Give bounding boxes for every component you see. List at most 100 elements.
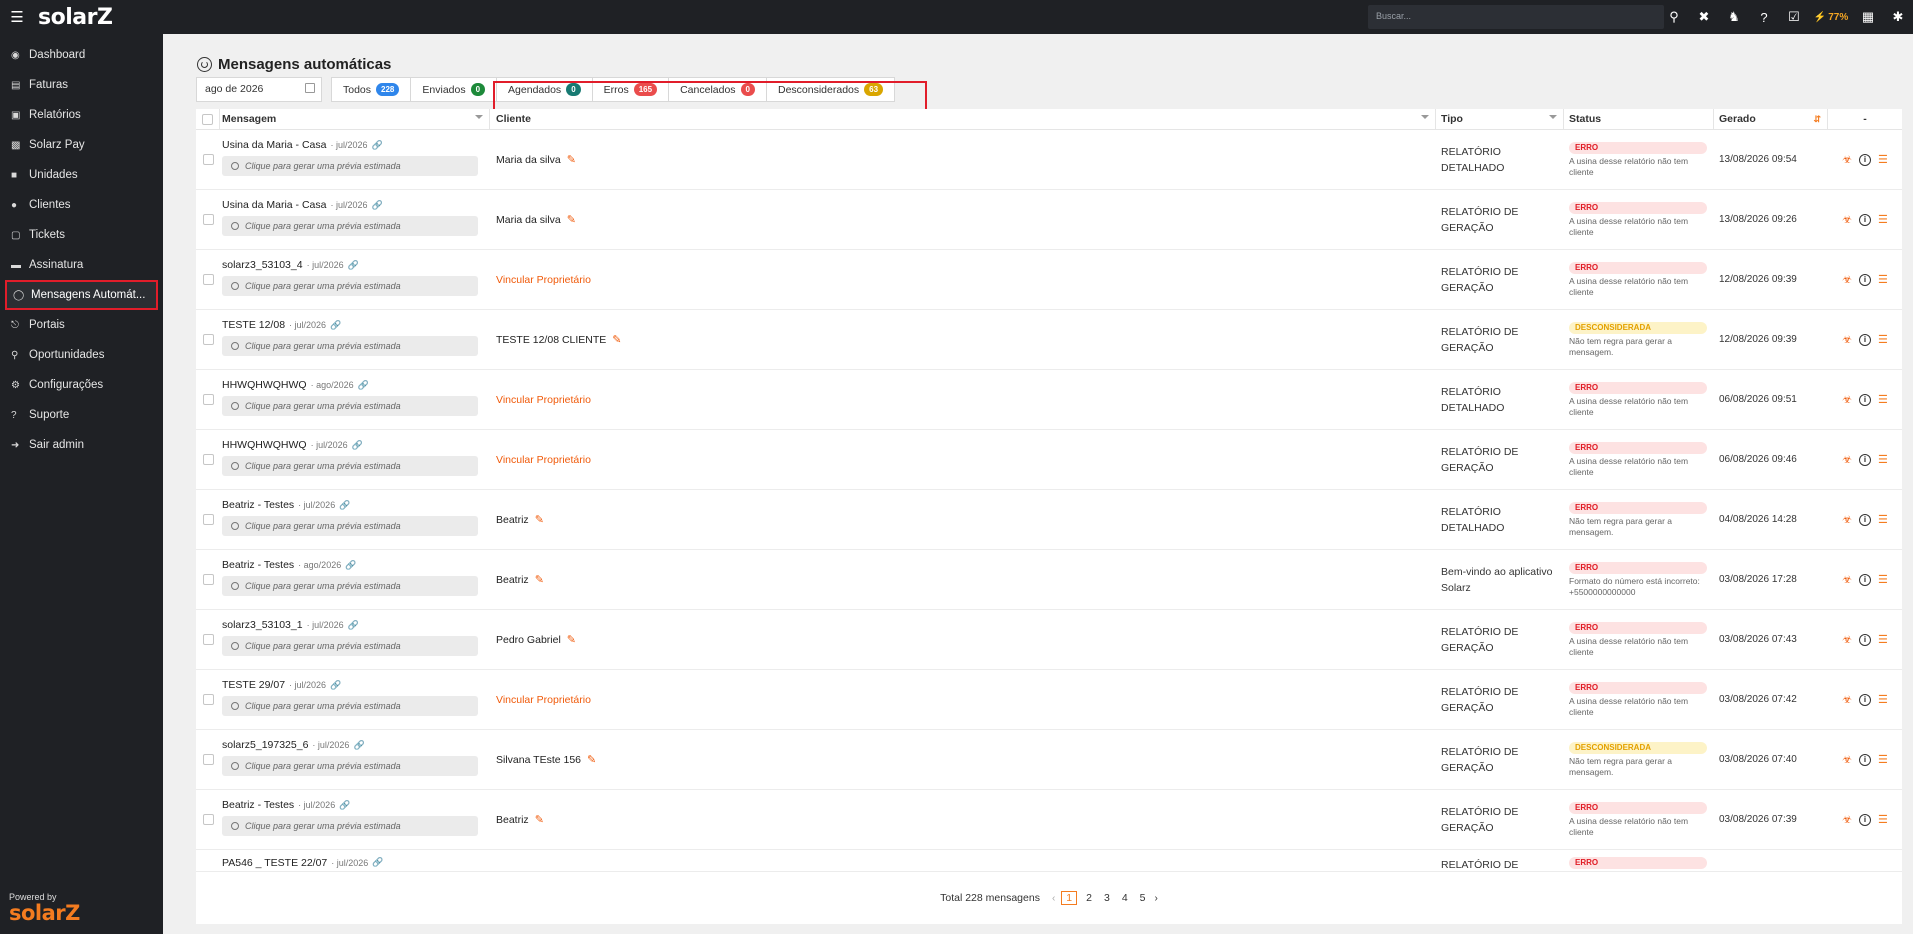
link-icon[interactable]: 🔗 xyxy=(352,440,363,451)
preview-button[interactable]: Clique para gerar uma prévia estimada xyxy=(222,276,478,296)
message-title[interactable]: Usina da Maria - Casa xyxy=(222,139,326,151)
ai-generate-icon[interactable]: ☣ xyxy=(1842,573,1852,586)
edit-icon[interactable]: ✎ xyxy=(535,513,544,526)
ai-generate-icon[interactable]: ☣ xyxy=(1842,513,1852,526)
link-owner-link[interactable]: Vincular Proprietário xyxy=(496,694,1436,706)
ai-generate-icon[interactable]: ☣ xyxy=(1842,813,1852,826)
link-icon[interactable]: 🔗 xyxy=(348,260,359,271)
edit-icon[interactable]: ✎ xyxy=(535,573,544,586)
sidebar-item-faturas[interactable]: ▤ Faturas xyxy=(0,70,163,100)
info-icon[interactable]: i xyxy=(1859,753,1871,766)
info-icon[interactable]: i xyxy=(1859,453,1871,466)
table-row[interactable]: Usina da Maria - Casa · jul/2026 🔗 Clique p… xyxy=(196,130,1902,190)
link-owner-link[interactable]: Vincular Proprietário xyxy=(496,454,1436,466)
row-checkbox[interactable] xyxy=(202,754,214,765)
next-page-icon[interactable]: › xyxy=(1155,893,1158,904)
row-checkbox[interactable] xyxy=(202,334,214,345)
list-icon[interactable]: ☰ xyxy=(1878,753,1888,766)
filter-icon[interactable] xyxy=(1549,114,1557,122)
ai-generate-icon[interactable]: ☣ xyxy=(1842,753,1852,766)
info-icon[interactable]: i xyxy=(1859,213,1871,226)
header-cliente[interactable]: Cliente xyxy=(490,109,1436,130)
preview-button[interactable]: Clique para gerar uma prévia estimada xyxy=(222,216,478,236)
list-icon[interactable]: ☰ xyxy=(1878,633,1888,646)
link-owner-link[interactable]: Vincular Proprietário xyxy=(496,274,1436,286)
info-icon[interactable]: i xyxy=(1859,573,1871,586)
sidebar-item-unidades[interactable]: ■ Unidades xyxy=(0,160,163,190)
edit-icon[interactable]: ✎ xyxy=(567,633,576,646)
message-title[interactable]: Beatriz - Testes xyxy=(222,559,294,571)
message-title[interactable]: HHWQHWQHWQ xyxy=(222,439,307,451)
message-title[interactable]: HHWQHWQHWQ xyxy=(222,379,307,391)
preview-button[interactable]: Clique para gerar uma prévia estimada xyxy=(222,696,478,716)
message-title[interactable]: solarz3_53103_1 xyxy=(222,619,303,631)
link-icon[interactable]: 🔗 xyxy=(358,380,369,391)
info-icon[interactable]: i xyxy=(1859,813,1871,826)
ai-generate-icon[interactable]: ☣ xyxy=(1842,693,1852,706)
sidebar-item-mensagens-autom-t[interactable]: ◯ Mensagens Automát... xyxy=(5,280,158,310)
header-mensagem[interactable]: Mensagem xyxy=(220,109,490,130)
page-4-button[interactable]: 4 xyxy=(1119,891,1131,905)
link-icon[interactable]: 🔗 xyxy=(330,320,341,331)
hamburger-icon[interactable]: ☰ xyxy=(2,0,32,34)
help-icon[interactable]: ? xyxy=(1749,0,1779,34)
table-row[interactable]: PA546 _ TESTE 22/07 · jul/2026 🔗 RELATÓR… xyxy=(196,850,1902,872)
tab-todos[interactable]: Todos 228 xyxy=(331,77,412,102)
ai-generate-icon[interactable]: ☣ xyxy=(1842,453,1852,466)
app-logo[interactable]: solarZ xyxy=(38,5,113,30)
link-icon[interactable]: 🔗 xyxy=(348,620,359,631)
sidebar-item-clientes[interactable]: ● Clientes xyxy=(0,190,163,220)
table-row[interactable]: HHWQHWQHWQ · ago/2026 🔗 Clique para gerar u… xyxy=(196,370,1902,430)
info-icon[interactable]: i xyxy=(1859,393,1871,406)
table-row[interactable]: solarz3_53103_1 · jul/2026 🔗 Clique para ge… xyxy=(196,610,1902,670)
table-row[interactable]: solarz3_53103_4 · jul/2026 🔗 Clique para ge… xyxy=(196,250,1902,310)
list-icon[interactable]: ☰ xyxy=(1878,693,1888,706)
prev-page-icon[interactable]: ‹ xyxy=(1052,893,1055,904)
message-title[interactable]: solarz3_53103_4 xyxy=(222,259,303,271)
checklist-icon[interactable]: ☑ xyxy=(1779,0,1809,34)
link-icon[interactable]: 🔗 xyxy=(330,680,341,691)
row-checkbox[interactable] xyxy=(202,574,214,585)
table-row[interactable]: solarz5_197325_6 · jul/2026 🔗 Clique para g… xyxy=(196,730,1902,790)
support-agent-icon[interactable]: ♞ xyxy=(1719,0,1749,34)
preview-button[interactable]: Clique para gerar uma prévia estimada xyxy=(222,396,478,416)
filter-icon[interactable] xyxy=(1421,114,1429,122)
page-5-button[interactable]: 5 xyxy=(1137,891,1149,905)
info-icon[interactable]: i xyxy=(1859,153,1871,166)
sidebar-item-dashboard[interactable]: ◉ Dashboard xyxy=(0,40,163,70)
edit-icon[interactable]: ✎ xyxy=(567,153,576,166)
link-icon[interactable]: 🔗 xyxy=(372,857,383,868)
notifications-off-icon[interactable]: ✖ xyxy=(1689,0,1719,34)
preview-button[interactable]: Clique para gerar uma prévia estimada xyxy=(222,156,478,176)
edit-icon[interactable]: ✎ xyxy=(587,753,596,766)
table-row[interactable]: Beatriz - Testes · jul/2026 🔗 Clique para g… xyxy=(196,790,1902,850)
apps-grid-icon[interactable]: ▦ xyxy=(1853,0,1883,34)
message-title[interactable]: Beatriz - Testes xyxy=(222,799,294,811)
sidebar-item-portais[interactable]: ⎋ Portais xyxy=(0,310,163,340)
link-icon[interactable]: 🔗 xyxy=(339,500,350,511)
link-icon[interactable]: 🔗 xyxy=(372,200,383,211)
usage-indicator[interactable]: ⚡ 77% xyxy=(1809,12,1853,23)
table-row[interactable]: Beatriz - Testes · jul/2026 🔗 Clique para g… xyxy=(196,490,1902,550)
list-icon[interactable]: ☰ xyxy=(1878,573,1888,586)
filter-icon[interactable] xyxy=(475,114,483,122)
page-2-button[interactable]: 2 xyxy=(1083,891,1095,905)
table-row[interactable]: Usina da Maria - Casa · jul/2026 🔗 Clique p… xyxy=(196,190,1902,250)
header-tipo[interactable]: Tipo xyxy=(1436,109,1564,130)
page-3-button[interactable]: 3 xyxy=(1101,891,1113,905)
info-icon[interactable]: i xyxy=(1859,513,1871,526)
row-checkbox[interactable] xyxy=(202,394,214,405)
edit-icon[interactable]: ✎ xyxy=(567,213,576,226)
edit-icon[interactable]: ✎ xyxy=(612,333,621,346)
preview-button[interactable]: Clique para gerar uma prévia estimada xyxy=(222,576,478,596)
list-icon[interactable]: ☰ xyxy=(1878,333,1888,346)
table-row[interactable]: TESTE 29/07 · jul/2026 🔗 Clique para gerar … xyxy=(196,670,1902,730)
sort-icon[interactable]: ⇵ xyxy=(1813,114,1821,125)
brand-icon[interactable]: ✱ xyxy=(1883,0,1913,34)
list-icon[interactable]: ☰ xyxy=(1878,813,1888,826)
message-title[interactable]: TESTE 12/08 xyxy=(222,319,285,331)
list-icon[interactable]: ☰ xyxy=(1878,453,1888,466)
sidebar-item-suporte[interactable]: ? Suporte xyxy=(0,400,163,430)
info-icon[interactable]: i xyxy=(1859,633,1871,646)
preview-button[interactable]: Clique para gerar uma prévia estimada xyxy=(222,636,478,656)
